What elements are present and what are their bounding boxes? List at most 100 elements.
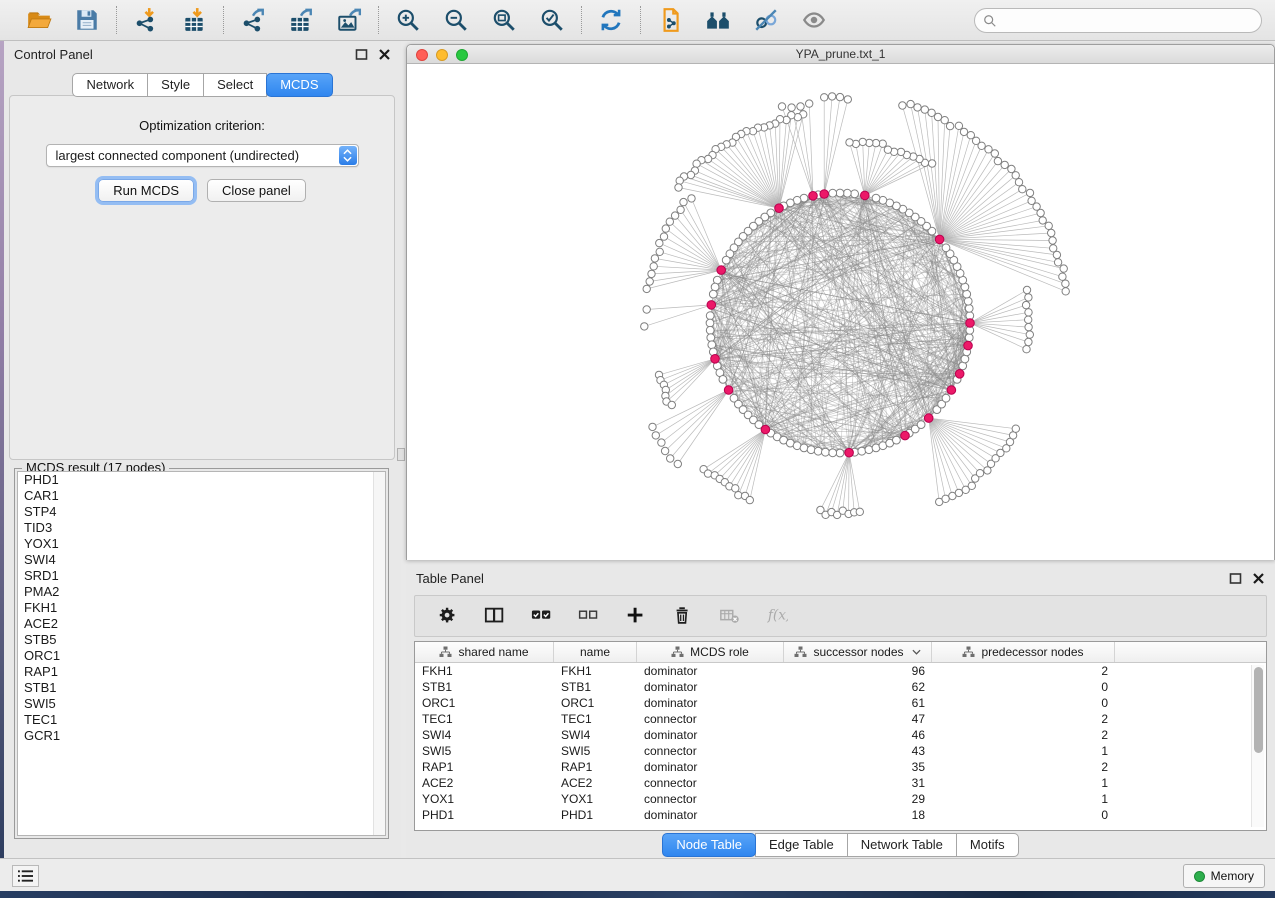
run-mcds-button[interactable]: Run MCDS [98, 179, 194, 202]
show-eye-icon [801, 7, 827, 33]
table-cell: 62 [784, 680, 932, 694]
show-eye-button[interactable] [799, 5, 829, 35]
tab-network[interactable]: Network [72, 73, 148, 97]
hide-glasses-button[interactable] [751, 5, 781, 35]
table-cell: 2 [932, 664, 1115, 678]
import-table-button[interactable] [179, 5, 209, 35]
search-input[interactable] [997, 14, 1261, 28]
mcds-result-item[interactable]: PHD1 [18, 472, 385, 488]
node-table: shared namenameMCDS rolesuccessor nodesp… [414, 641, 1267, 831]
open-file-button[interactable] [24, 5, 54, 35]
select-all-button[interactable] [529, 603, 555, 629]
table-row[interactable]: SWI5SWI5connector431 [415, 743, 1266, 759]
mcds-result-item[interactable]: ACE2 [18, 616, 385, 632]
tab-node-table[interactable]: Node Table [662, 833, 756, 857]
minimize-window-button[interactable] [436, 49, 448, 61]
task-history-button[interactable] [12, 865, 39, 887]
sort-chevron-icon [912, 649, 921, 655]
maximize-window-button[interactable] [456, 49, 468, 61]
tab-style[interactable]: Style [147, 73, 204, 97]
mcds-result-item[interactable]: CAR1 [18, 488, 385, 504]
column-header-name[interactable]: name [554, 642, 637, 662]
mcds-result-item[interactable]: FKH1 [18, 600, 385, 616]
memory-status-icon [1194, 871, 1205, 882]
mcds-result-item[interactable]: STP4 [18, 504, 385, 520]
tab-mcds[interactable]: MCDS [266, 73, 332, 97]
mcds-result-item[interactable]: ORC1 [18, 648, 385, 664]
table-cell: 2 [932, 712, 1115, 726]
memory-button[interactable]: Memory [1183, 864, 1265, 888]
zoom-selected-button[interactable] [537, 5, 567, 35]
select-all-icon [531, 605, 553, 627]
mcds-result-item[interactable]: SWI4 [18, 552, 385, 568]
zoom-fit-button[interactable] [489, 5, 519, 35]
table-row[interactable]: TEC1TEC1connector472 [415, 711, 1266, 727]
network-search-field[interactable] [974, 8, 1262, 33]
result-list-scrollbar[interactable] [373, 472, 385, 835]
mcds-result-item[interactable]: YOX1 [18, 536, 385, 552]
export-image-button[interactable] [334, 5, 364, 35]
close-panel-icon[interactable] [1252, 572, 1265, 585]
table-cell: RAP1 [554, 760, 637, 774]
optimization-criterion-select[interactable]: largest connected component (undirected) [46, 144, 359, 167]
table-row[interactable]: SWI4SWI4dominator462 [415, 727, 1266, 743]
settings-button[interactable] [435, 603, 461, 629]
table-scrollbar[interactable] [1251, 665, 1264, 827]
mcds-result-item[interactable]: STB1 [18, 680, 385, 696]
column-header-predecessor-nodes[interactable]: predecessor nodes [932, 642, 1115, 662]
table-cell: 1 [932, 744, 1115, 758]
mcds-result-item[interactable]: SWI5 [18, 696, 385, 712]
network-canvas[interactable] [407, 64, 1274, 560]
float-panel-icon[interactable] [1229, 572, 1242, 585]
column-header-shared-name[interactable]: shared name [415, 642, 554, 662]
table-scrollbar-thumb[interactable] [1254, 667, 1263, 753]
split-view-button[interactable] [482, 603, 508, 629]
add-column-button[interactable] [623, 603, 649, 629]
table-row[interactable]: RAP1RAP1dominator352 [415, 759, 1266, 775]
function-button[interactable]: f(x) [764, 603, 790, 629]
table-row[interactable]: PHD1PHD1dominator180 [415, 807, 1266, 823]
mcds-result-item[interactable]: TID3 [18, 520, 385, 536]
mcds-result-list[interactable]: PHD1CAR1STP4TID3YOX1SWI4SRD1PMA2FKH1ACE2… [17, 471, 386, 836]
deselect-all-button[interactable] [576, 603, 602, 629]
table-cell: ORC1 [415, 696, 554, 710]
criterion-label: Optimization criterion: [10, 118, 394, 133]
memory-label: Memory [1211, 869, 1254, 883]
mcds-result-item[interactable]: GCR1 [18, 728, 385, 744]
mcds-result-item[interactable]: STB5 [18, 632, 385, 648]
close-panel-icon[interactable] [378, 48, 391, 61]
refresh-layout-button[interactable] [596, 5, 626, 35]
column-header-mcds-role[interactable]: MCDS role [637, 642, 784, 662]
zoom-out-button[interactable] [441, 5, 471, 35]
table-row[interactable]: FKH1FKH1dominator962 [415, 663, 1266, 679]
table-row[interactable]: STB1STB1dominator620 [415, 679, 1266, 695]
table-row[interactable]: YOX1YOX1connector291 [415, 791, 1266, 807]
zoom-in-button[interactable] [393, 5, 423, 35]
mcds-result-item[interactable]: PMA2 [18, 584, 385, 600]
delete-table-button[interactable] [717, 603, 743, 629]
tab-network-table[interactable]: Network Table [847, 833, 957, 857]
float-panel-icon[interactable] [355, 48, 368, 61]
mcds-result-item[interactable]: SRD1 [18, 568, 385, 584]
save-session-button[interactable] [72, 5, 102, 35]
delete-column-button[interactable] [670, 603, 696, 629]
import-network-button[interactable] [131, 5, 161, 35]
tab-select[interactable]: Select [203, 73, 267, 97]
export-network-button[interactable] [238, 5, 268, 35]
close-panel-button[interactable]: Close panel [207, 179, 306, 202]
panel-splitter-handle[interactable] [397, 448, 405, 461]
network-window-titlebar[interactable]: YPA_prune.txt_1 [407, 45, 1274, 64]
close-window-button[interactable] [416, 49, 428, 61]
table-cell: 61 [784, 696, 932, 710]
mcds-result-item[interactable]: RAP1 [18, 664, 385, 680]
mcds-result-item[interactable]: TEC1 [18, 712, 385, 728]
attribute-type-icon [671, 646, 684, 658]
table-row[interactable]: ORC1ORC1dominator610 [415, 695, 1266, 711]
tab-motifs[interactable]: Motifs [956, 833, 1019, 857]
tab-edge-table[interactable]: Edge Table [755, 833, 848, 857]
column-header-successor-nodes[interactable]: successor nodes [784, 642, 932, 662]
search-network-button[interactable] [703, 5, 733, 35]
share-document-button[interactable] [655, 5, 685, 35]
export-table-button[interactable] [286, 5, 316, 35]
table-row[interactable]: ACE2ACE2connector311 [415, 775, 1266, 791]
